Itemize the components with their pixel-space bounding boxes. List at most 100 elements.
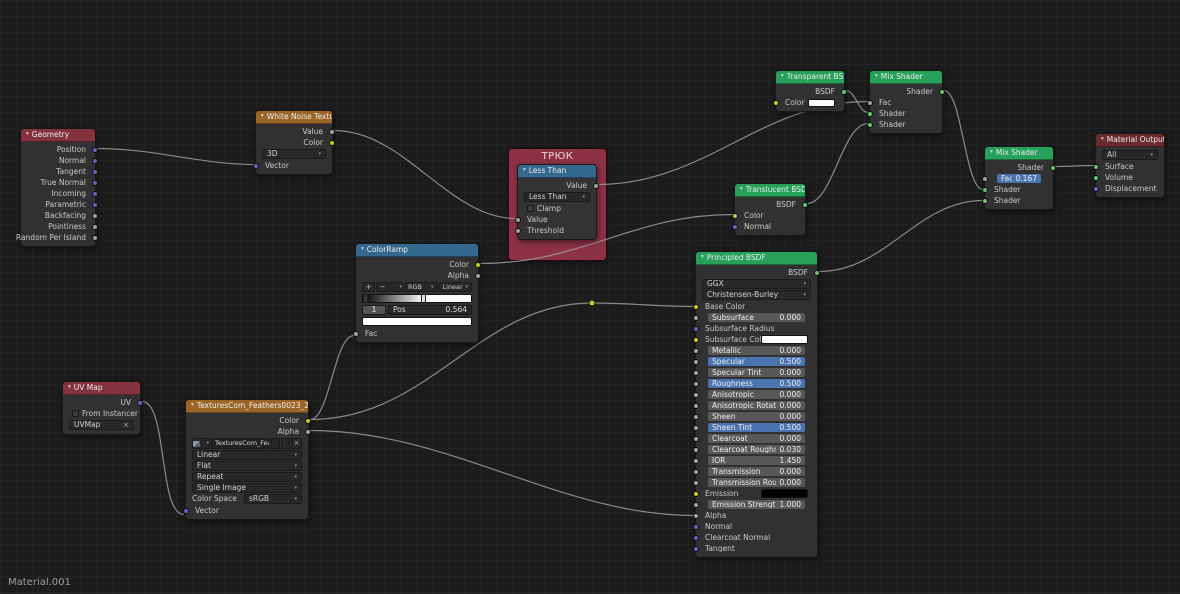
input-socket[interactable] [693,358,699,365]
node-header[interactable]: ▾ Principled BSDF [696,252,817,265]
input-socket[interactable] [693,534,699,541]
input-socket[interactable] [693,501,699,508]
node-header[interactable]: ▾ Geometry [21,129,95,142]
input-widget[interactable]: Subsurface 0.000 [708,313,805,322]
input-widget[interactable]: Subsurface Radius [702,324,811,333]
input-widget[interactable]: Anisotropic Rotation 0.000 [708,401,805,410]
ramp-stop-marker[interactable] [363,294,368,303]
color-swatch[interactable] [760,335,808,344]
output-socket[interactable] [305,417,311,424]
output-socket[interactable] [841,88,847,95]
input-widget[interactable]: Metallic 0.000 [708,346,805,355]
remove-stop-button[interactable]: − [376,282,389,292]
output-socket[interactable] [92,146,98,153]
color-swatch[interactable] [760,489,808,498]
node-header[interactable]: ▾ Material Output [1096,134,1164,147]
input-socket[interactable] [982,197,988,204]
input-socket[interactable] [693,435,699,442]
input-widget[interactable]: Subsurface Color [702,335,811,344]
input-socket[interactable] [693,325,699,332]
input-socket[interactable] [1093,174,1099,181]
input-widget[interactable]: Transmission Roughness 0.000 [708,478,805,487]
node-mix-shader-top[interactable]: ▾ Mix Shader Shader Fac Shader Shader [867,70,945,134]
output-socket[interactable] [92,168,98,175]
input-socket[interactable] [1093,163,1099,170]
interpolation-dropdown[interactable]: Linear ▾ [438,282,472,292]
input-widget[interactable]: Transmission 0.000 [708,467,805,476]
input-widget[interactable]: Specular 0.500 [708,357,805,366]
pack-image-button[interactable] [281,438,290,449]
node-image-texture[interactable]: ▾ TexturesCom_Feathers0023_2_M.jpg Color… [183,399,311,520]
input-socket[interactable] [693,512,699,519]
output-socket[interactable] [92,223,98,230]
input-socket[interactable] [867,121,873,128]
input-widget[interactable]: Base Color [702,302,811,311]
output-socket[interactable] [475,272,481,279]
node-colorramp[interactable]: ▾ ColorRamp Color Alpha + − ▾ RGB ▾ Line… [353,243,481,343]
input-widget[interactable]: Sheen Tint 0.500 [708,423,805,432]
input-widget[interactable]: Anisotropic 0.000 [708,390,805,399]
fac-slider[interactable]: Fac 0.167 [997,174,1041,183]
node-header[interactable]: ▾ Less Than [518,165,596,178]
output-socket[interactable] [939,88,945,95]
source-dropdown[interactable]: Single Image ▾ [192,483,302,493]
stop-color-swatch[interactable] [362,317,472,326]
input-socket[interactable] [732,212,738,219]
subsurface-method-dropdown[interactable]: Christensen-Burley ▾ [702,290,811,300]
node-principled-bsdf[interactable]: ▾ Principled BSDF BSDF GGX ▾ Christensen… [693,251,820,558]
browse-image-button[interactable]: ▾ [192,438,210,449]
input-socket[interactable] [693,457,699,464]
collapse-icon[interactable]: ▾ [361,247,364,253]
node-header[interactable]: ▾ TexturesCom_Feathers0023_2_M.jpg [186,400,308,413]
input-socket[interactable] [693,314,699,321]
collapse-icon[interactable]: ▾ [68,385,71,391]
input-widget[interactable]: Emission [702,489,811,498]
input-socket[interactable] [867,99,873,106]
output-socket[interactable] [802,201,808,208]
node-header[interactable]: ▾ Mix Shader [870,71,942,84]
input-socket[interactable] [693,303,699,310]
node-header[interactable]: ▾ Transparent BSDF [776,71,844,84]
clear-uvmap-button[interactable]: × [123,421,129,429]
output-socket[interactable] [92,234,98,241]
node-geometry[interactable]: ▾ Geometry Position Normal Tangent True … [16,128,98,247]
add-stop-button[interactable]: + [362,282,375,292]
input-socket[interactable] [982,175,988,182]
collapse-icon[interactable]: ▾ [740,187,743,193]
collapse-icon[interactable]: ▾ [191,403,194,409]
collapse-icon[interactable]: ▾ [1101,137,1104,143]
input-socket[interactable] [515,227,521,234]
input-widget[interactable]: Clearcoat 0.000 [708,434,805,443]
node-math-less-than[interactable]: ▾ Less Than Value Less Than ▾ Clamp Valu… [515,164,599,240]
interpolation-dropdown[interactable]: Linear ▾ [192,450,302,460]
clamp-checkbox[interactable] [527,205,534,212]
input-socket[interactable] [693,413,699,420]
stop-index-field[interactable]: 1 [362,305,386,315]
input-socket[interactable] [253,162,259,169]
input-socket[interactable] [693,391,699,398]
image-name-field[interactable]: TexturesCom_Fea... [211,438,270,449]
extension-dropdown[interactable]: Repeat ▾ [192,472,302,482]
output-socket[interactable] [475,261,481,268]
input-widget[interactable]: Emission Strength 1.000 [708,500,805,509]
input-socket[interactable] [693,490,699,497]
node-header[interactable]: ▾ White Noise Texture [256,111,332,124]
output-socket[interactable] [92,212,98,219]
dimensions-dropdown[interactable]: 3D ▾ [262,149,326,159]
collapse-icon[interactable]: ▾ [875,74,878,80]
ramp-specials-button[interactable]: ▾ [390,282,403,292]
input-socket[interactable] [353,330,359,337]
output-socket[interactable] [814,269,820,276]
input-widget[interactable]: Tangent [702,544,811,553]
input-socket[interactable] [183,507,189,514]
input-socket[interactable] [693,380,699,387]
projection-dropdown[interactable]: Flat ▾ [192,461,302,471]
input-widget[interactable]: Sheen 0.000 [708,412,805,421]
input-widget[interactable]: Roughness 0.500 [708,379,805,388]
input-socket[interactable] [693,545,699,552]
colorramp-gradient[interactable] [362,294,472,303]
collapse-icon[interactable]: ▾ [523,168,526,174]
from-instancer-checkbox[interactable] [72,410,79,417]
collapse-icon[interactable]: ▾ [781,74,784,80]
output-socket[interactable] [92,157,98,164]
